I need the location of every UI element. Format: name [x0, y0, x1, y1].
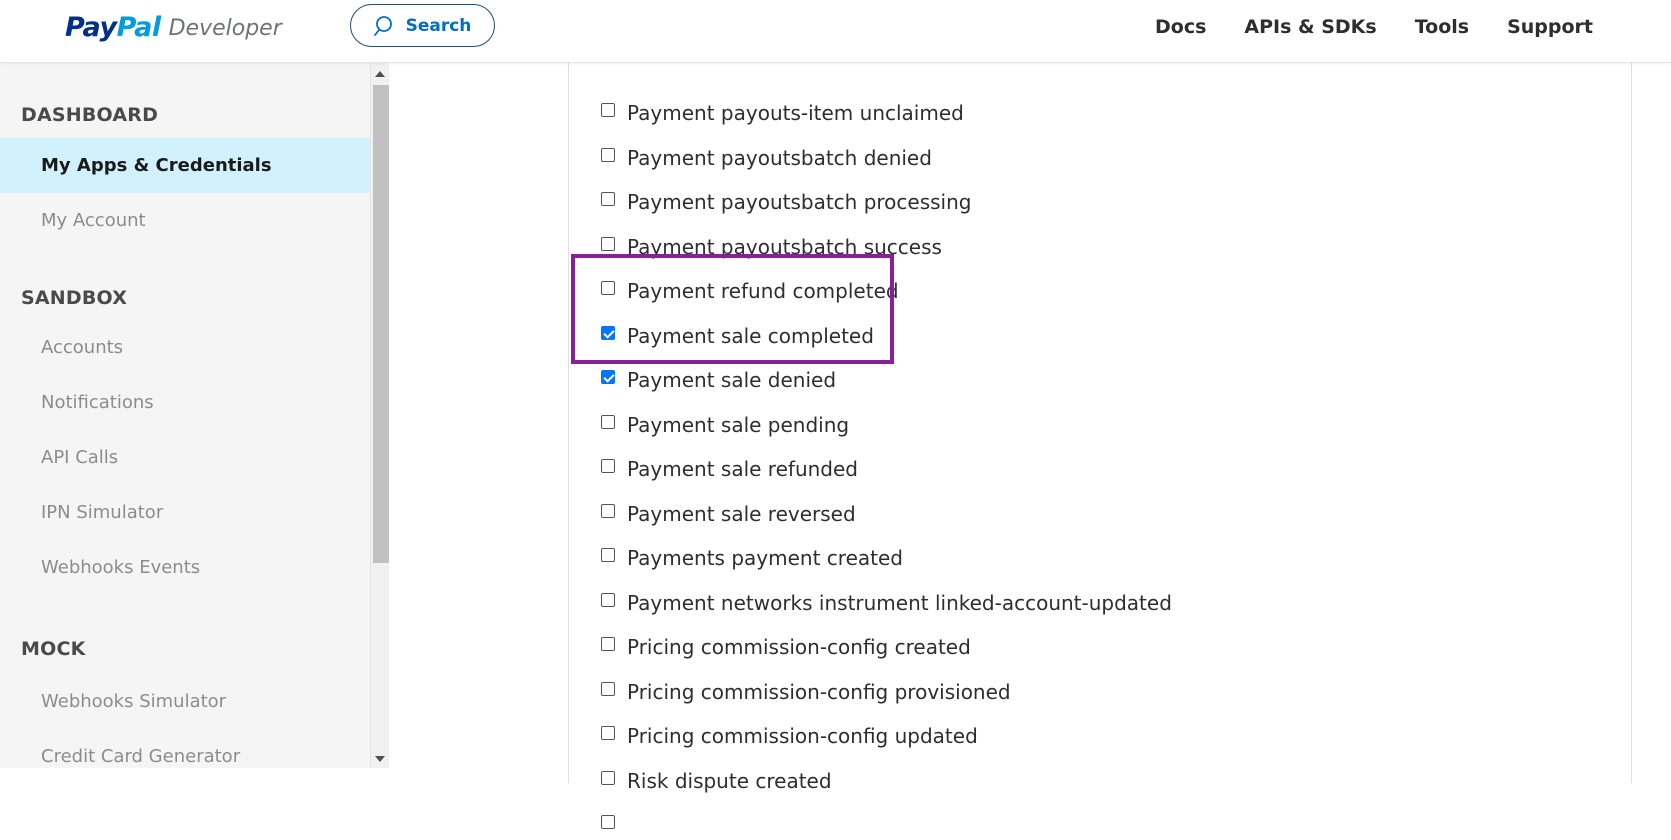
event-checkbox-label: Payment sale completed — [627, 323, 874, 348]
section-title-dashboard: DASHBOARD — [21, 104, 159, 126]
checkbox-unchecked[interactable] — [601, 103, 615, 117]
nav-apis-sdks[interactable]: APIs & SDKs — [1244, 16, 1376, 38]
event-checkbox-label: Payment payouts-item unclaimed — [627, 101, 964, 125]
checkbox-unchecked[interactable] — [601, 503, 615, 518]
checkbox-unchecked[interactable] — [601, 681, 615, 696]
sidebar-item-webhooks-events[interactable]: Webhooks Events — [0, 540, 370, 595]
main-content: Payment payouts-item unclaimed Payment pa… — [389, 53, 1671, 829]
checkbox-unchecked[interactable] — [601, 414, 615, 429]
sidebar-scrollbar[interactable] — [370, 63, 389, 768]
event-checkbox-row[interactable]: Payment sale reversed — [601, 499, 856, 529]
event-types-panel: Payment payouts-item unclaimed Payment pa… — [568, 53, 1632, 829]
event-checkbox-label: Risk dispute created — [627, 768, 832, 793]
event-checkbox-label: Payment sale denied — [627, 368, 837, 392]
checkbox-unchecked[interactable] — [601, 147, 615, 162]
event-checkbox-row[interactable]: Pricing commission-config updated — [601, 721, 978, 751]
sidebar-item-ipn-simulator[interactable]: IPN Simulator — [0, 485, 370, 540]
event-checkbox-label: Payment payoutsbatch processing — [627, 190, 972, 214]
sidebar-item-my-apps[interactable]: My Apps & Credentials — [0, 138, 370, 193]
paypal-developer-logo[interactable]: Pay Pal Developer — [65, 6, 282, 48]
scrollbar-thumb[interactable] — [373, 85, 389, 563]
event-checkbox-row[interactable]: Payment sale completed — [601, 321, 874, 351]
search-button[interactable]: Search — [350, 4, 495, 47]
sidebar: DASHBOARD My Apps & Credentials My Accou… — [0, 63, 370, 768]
event-checkbox-row[interactable]: Pricing commission-config provisioned — [601, 677, 1011, 707]
nav-support[interactable]: Support — [1507, 16, 1593, 38]
search-icon — [373, 15, 396, 37]
event-checkbox-row[interactable]: Payment payoutsbatch denied — [601, 143, 932, 173]
event-checkbox-label: Payment sale refunded — [627, 457, 858, 481]
event-checkbox-label: Payment payoutsbatch success — [627, 234, 942, 259]
search-label: Search — [405, 15, 472, 36]
event-checkbox-label: Payments payment created — [627, 546, 903, 570]
checkbox-unchecked[interactable] — [601, 236, 615, 251]
event-checkbox-row[interactable]: Payment sale pending — [601, 410, 849, 440]
event-checkbox-row[interactable]: Payment sale refunded — [601, 454, 858, 484]
event-checkbox-row[interactable]: Payment payoutsbatch success — [601, 232, 942, 262]
checkbox-unchecked[interactable] — [601, 281, 615, 295]
sidebar-item-api-calls[interactable]: API Calls — [0, 430, 370, 485]
event-checkbox-row[interactable]: Payment networks instrument linked-accou… — [601, 588, 1172, 618]
checkbox-checked[interactable] — [601, 370, 615, 384]
sidebar-item-credit-card-generator[interactable]: Credit Card Generator — [0, 729, 370, 768]
event-checkbox-label: Payment sale pending — [627, 412, 850, 437]
checkbox-unchecked[interactable] — [601, 192, 615, 206]
event-checkbox-row[interactable]: Payment payouts-item unclaimed — [601, 98, 964, 128]
nav-docs[interactable]: Docs — [1155, 16, 1206, 38]
event-checkbox-label: Pricing commission-config created — [627, 635, 971, 659]
scroll-up-icon[interactable] — [375, 71, 385, 77]
sidebar-item-notifications[interactable]: Notifications — [0, 375, 370, 430]
section-title-mock: MOCK — [21, 638, 86, 660]
event-checkbox-row[interactable]: Payment sale denied — [601, 365, 836, 395]
top-nav: Docs APIs & SDKs Tools Support — [1155, 0, 1593, 54]
event-checkbox-label: Payment sale reversed — [627, 501, 856, 526]
section-title-sandbox: SANDBOX — [21, 287, 128, 309]
logo-pay-text: Pay — [65, 11, 117, 43]
event-checkbox-label: Payment refund completed — [627, 279, 899, 303]
sidebar-item-webhooks-simulator[interactable]: Webhooks Simulator — [0, 674, 370, 729]
checkbox-unchecked[interactable] — [601, 815, 615, 829]
logo-pal-text: Pal — [116, 11, 162, 43]
event-checkbox-label: Pricing commission-config provisioned — [627, 679, 1011, 704]
scroll-down-icon[interactable] — [375, 756, 385, 762]
event-checkbox-label: Pricing commission-config updated — [627, 724, 978, 748]
event-checkbox-row[interactable] — [601, 810, 627, 840]
checkbox-unchecked[interactable] — [601, 548, 615, 562]
sidebar-item-my-account[interactable]: My Account — [0, 193, 370, 248]
event-checkbox-label: Payment payoutsbatch denied — [627, 145, 932, 170]
event-checkbox-row[interactable]: Payment payoutsbatch processing — [601, 187, 971, 217]
sidebar-item-accounts[interactable]: Accounts — [0, 320, 370, 375]
event-checkbox-row[interactable]: Pricing commission-config created — [601, 632, 971, 662]
nav-tools[interactable]: Tools — [1415, 16, 1469, 38]
event-checkbox-row[interactable]: Payments payment created — [601, 543, 903, 573]
event-checkbox-label: Payment networks instrument linked-accou… — [627, 590, 1172, 615]
top-header: Pay Pal Developer Search Docs APIs & SDKs… — [0, 0, 1671, 63]
event-checkbox-row[interactable]: Payment refund completed — [601, 276, 899, 306]
checkbox-unchecked[interactable] — [601, 592, 615, 607]
checkbox-checked[interactable] — [601, 325, 615, 340]
event-checkbox-row[interactable]: Risk dispute created — [601, 766, 832, 796]
checkbox-unchecked[interactable] — [601, 770, 615, 785]
checkbox-unchecked[interactable] — [601, 637, 615, 651]
checkbox-unchecked[interactable] — [601, 726, 615, 740]
checkbox-unchecked[interactable] — [601, 459, 615, 473]
logo-developer-text: Developer — [168, 16, 282, 41]
